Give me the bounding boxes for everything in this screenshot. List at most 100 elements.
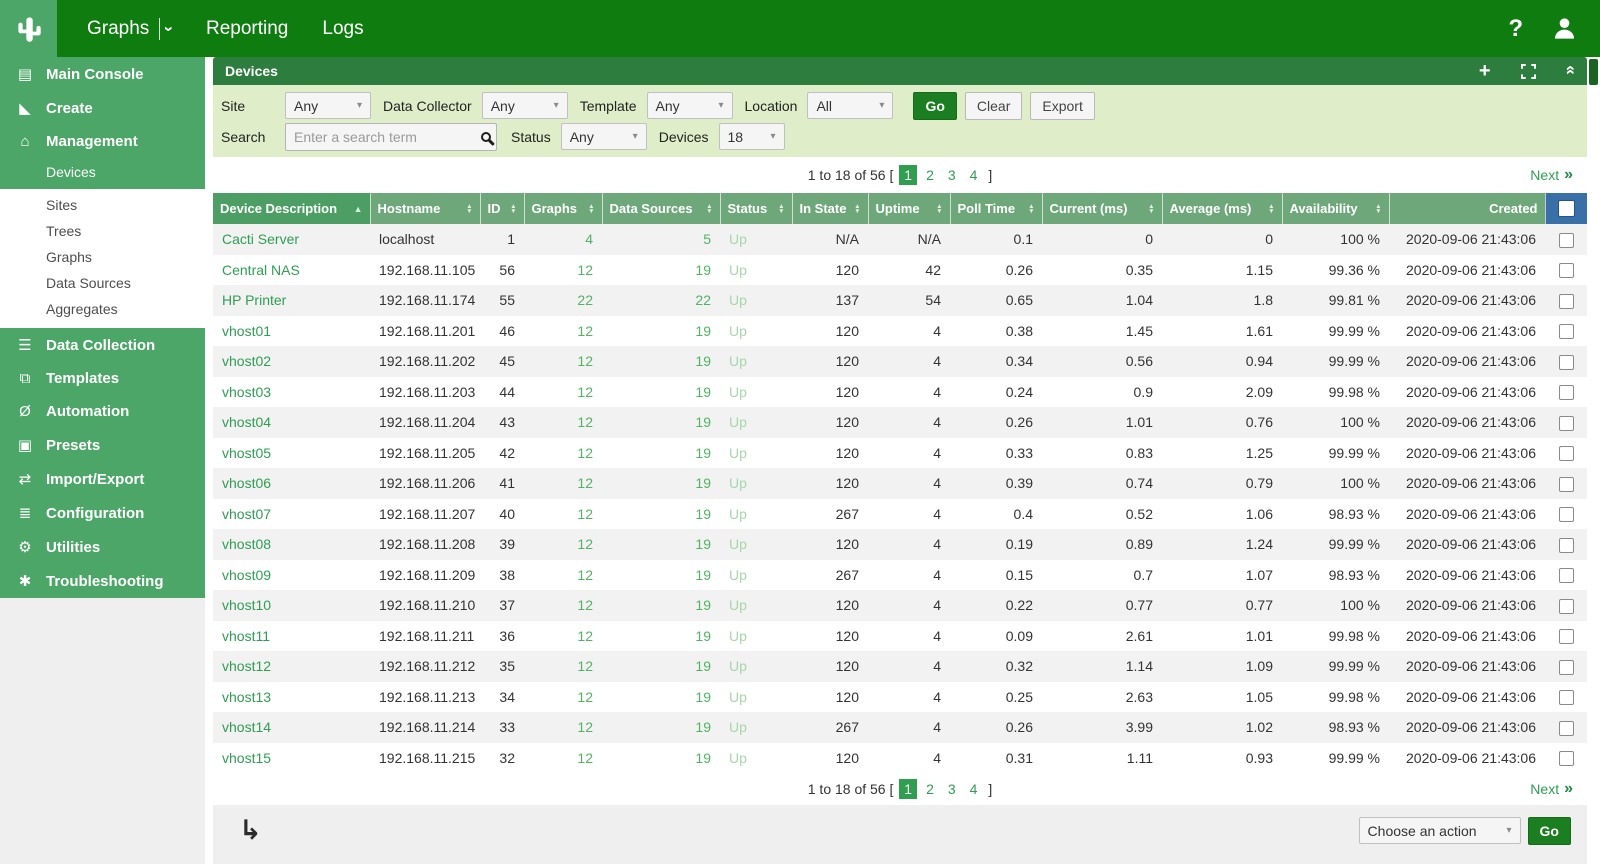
search-icon[interactable]	[481, 132, 491, 142]
row-checkbox[interactable]	[1559, 233, 1574, 248]
device-link[interactable]: vhost09	[222, 567, 271, 583]
action-select[interactable]: Choose an action ▾	[1359, 817, 1521, 844]
row-checkbox[interactable]	[1559, 416, 1574, 431]
column-header-hostname[interactable]: Hostname▲▼	[370, 193, 480, 224]
device-link[interactable]: vhost14	[222, 719, 271, 735]
device-link[interactable]: vhost15	[222, 750, 271, 766]
device-link[interactable]: vhost11	[222, 628, 270, 644]
column-header-graphs[interactable]: Graphs▲▼	[524, 193, 602, 224]
sidebar-item-troubleshooting[interactable]: ✱ Troubleshooting	[0, 564, 205, 598]
row-checkbox[interactable]	[1559, 751, 1574, 766]
menu-logs[interactable]: Logs	[318, 18, 367, 40]
column-header-description[interactable]: Device Description▲	[213, 193, 370, 224]
column-header-id[interactable]: ID▲▼	[480, 193, 524, 224]
device-link[interactable]: vhost10	[222, 597, 271, 613]
column-header-data_sources[interactable]: Data Sources▲▼	[602, 193, 720, 224]
sidebar-item-data-collection[interactable]: ☰ Data Collection	[0, 328, 205, 362]
device-link[interactable]: vhost02	[222, 353, 271, 369]
action-go-button[interactable]: Go	[1528, 817, 1571, 845]
row-checkbox[interactable]	[1559, 324, 1574, 339]
column-header-current_ms[interactable]: Current (ms)▲▼	[1042, 193, 1162, 224]
row-checkbox[interactable]	[1559, 599, 1574, 614]
row-checkbox[interactable]	[1559, 446, 1574, 461]
row-checkbox[interactable]	[1559, 355, 1574, 370]
select-all-checkbox[interactable]	[1558, 200, 1575, 217]
sidebar-item-aggregates[interactable]: Aggregates	[0, 296, 205, 322]
sidebar-item-automation[interactable]: Ø Automation	[0, 395, 205, 428]
page-link-1[interactable]: 1	[899, 165, 917, 185]
row-checkbox[interactable]	[1559, 538, 1574, 553]
location-select[interactable]: All ▾	[807, 92, 893, 119]
sidebar-item-import-export[interactable]: ⇄ Import/Export	[0, 462, 205, 496]
page-link-1[interactable]: 1	[899, 779, 917, 799]
row-checkbox[interactable]	[1559, 385, 1574, 400]
site-select[interactable]: Any ▾	[285, 92, 371, 119]
menu-reporting[interactable]: Reporting	[202, 18, 292, 40]
sidebar-item-data-sources[interactable]: Data Sources	[0, 270, 205, 296]
column-header-in_state[interactable]: In State▲▼	[792, 193, 868, 224]
column-header-status[interactable]: Status▲▼	[720, 193, 792, 224]
scrollbar-thumb[interactable]	[1589, 59, 1598, 85]
column-header-availability[interactable]: Availability▲▼	[1282, 193, 1389, 224]
column-header-average_ms[interactable]: Average (ms)▲▼	[1162, 193, 1282, 224]
template-select[interactable]: Any ▾	[647, 92, 733, 119]
next-page-link[interactable]: Next »	[1530, 780, 1573, 798]
data-collector-select[interactable]: Any ▾	[482, 92, 568, 119]
device-link[interactable]: vhost12	[222, 658, 271, 674]
collapse-panel-icon[interactable]: »	[1559, 67, 1579, 74]
page-link-3[interactable]: 3	[943, 779, 961, 799]
row-checkbox[interactable]	[1559, 294, 1574, 309]
sidebar-item-sites[interactable]: Sites	[0, 192, 205, 218]
device-link[interactable]: vhost07	[222, 506, 271, 522]
menu-graphs[interactable]: Graphs ›	[83, 18, 176, 40]
page-link-2[interactable]: 2	[921, 779, 939, 799]
device-link[interactable]: vhost08	[222, 536, 271, 552]
page-link-3[interactable]: 3	[943, 165, 961, 185]
fullscreen-icon[interactable]	[1521, 64, 1536, 79]
sidebar-item-configuration[interactable]: ≣ Configuration	[0, 496, 205, 530]
row-checkbox[interactable]	[1559, 690, 1574, 705]
sidebar-item-trees[interactable]: Trees	[0, 218, 205, 244]
device-link[interactable]: vhost03	[222, 384, 271, 400]
device-link[interactable]: HP Printer	[222, 292, 286, 308]
export-button[interactable]: Export	[1030, 92, 1094, 120]
column-header-uptime[interactable]: Uptime▲▼	[868, 193, 950, 224]
page-link-4[interactable]: 4	[965, 165, 983, 185]
column-header-poll_time[interactable]: Poll Time▲▼	[950, 193, 1042, 224]
device-link[interactable]: Central NAS	[222, 262, 300, 278]
status-select[interactable]: Any ▾	[561, 123, 647, 150]
device-link[interactable]: vhost05	[222, 445, 271, 461]
sidebar-item-utilities[interactable]: ⚙ Utilities	[0, 530, 205, 564]
help-icon[interactable]: ?	[1508, 15, 1523, 43]
row-checkbox[interactable]	[1559, 477, 1574, 492]
sidebar-item-presets[interactable]: ▣ Presets	[0, 428, 205, 462]
row-checkbox[interactable]	[1559, 660, 1574, 675]
cacti-logo[interactable]	[0, 0, 57, 57]
search-input[interactable]	[286, 129, 481, 145]
row-checkbox[interactable]	[1559, 263, 1574, 278]
sidebar-item-templates[interactable]: ⧉ Templates	[0, 362, 205, 395]
user-icon[interactable]	[1551, 15, 1578, 42]
row-checkbox[interactable]	[1559, 721, 1574, 736]
go-button[interactable]: Go	[913, 92, 956, 120]
next-page-link[interactable]: Next »	[1530, 166, 1573, 184]
row-checkbox[interactable]	[1559, 629, 1574, 644]
chevron-down-icon[interactable]: ›	[159, 26, 179, 32]
device-link[interactable]: vhost06	[222, 475, 271, 491]
device-link[interactable]: vhost04	[222, 414, 271, 430]
device-link[interactable]: vhost13	[222, 689, 271, 705]
sidebar-item-graphs[interactable]: Graphs	[0, 244, 205, 270]
page-link-2[interactable]: 2	[921, 165, 939, 185]
device-link[interactable]: vhost01	[222, 323, 271, 339]
sidebar-item-management[interactable]: ⌂ Management	[0, 125, 205, 158]
device-link[interactable]: Cacti Server	[222, 231, 299, 247]
row-checkbox[interactable]	[1559, 568, 1574, 583]
sidebar-item-create[interactable]: ◣ Create	[0, 91, 205, 125]
sidebar-item-devices[interactable]: Devices	[0, 158, 205, 189]
page-link-4[interactable]: 4	[965, 779, 983, 799]
row-checkbox[interactable]	[1559, 507, 1574, 522]
sidebar-item-main-console[interactable]: ▤ Main Console	[0, 57, 205, 91]
clear-button[interactable]: Clear	[965, 92, 1022, 120]
add-device-icon[interactable]: +	[1479, 61, 1491, 81]
devices-count-select[interactable]: 18 ▾	[719, 123, 785, 150]
